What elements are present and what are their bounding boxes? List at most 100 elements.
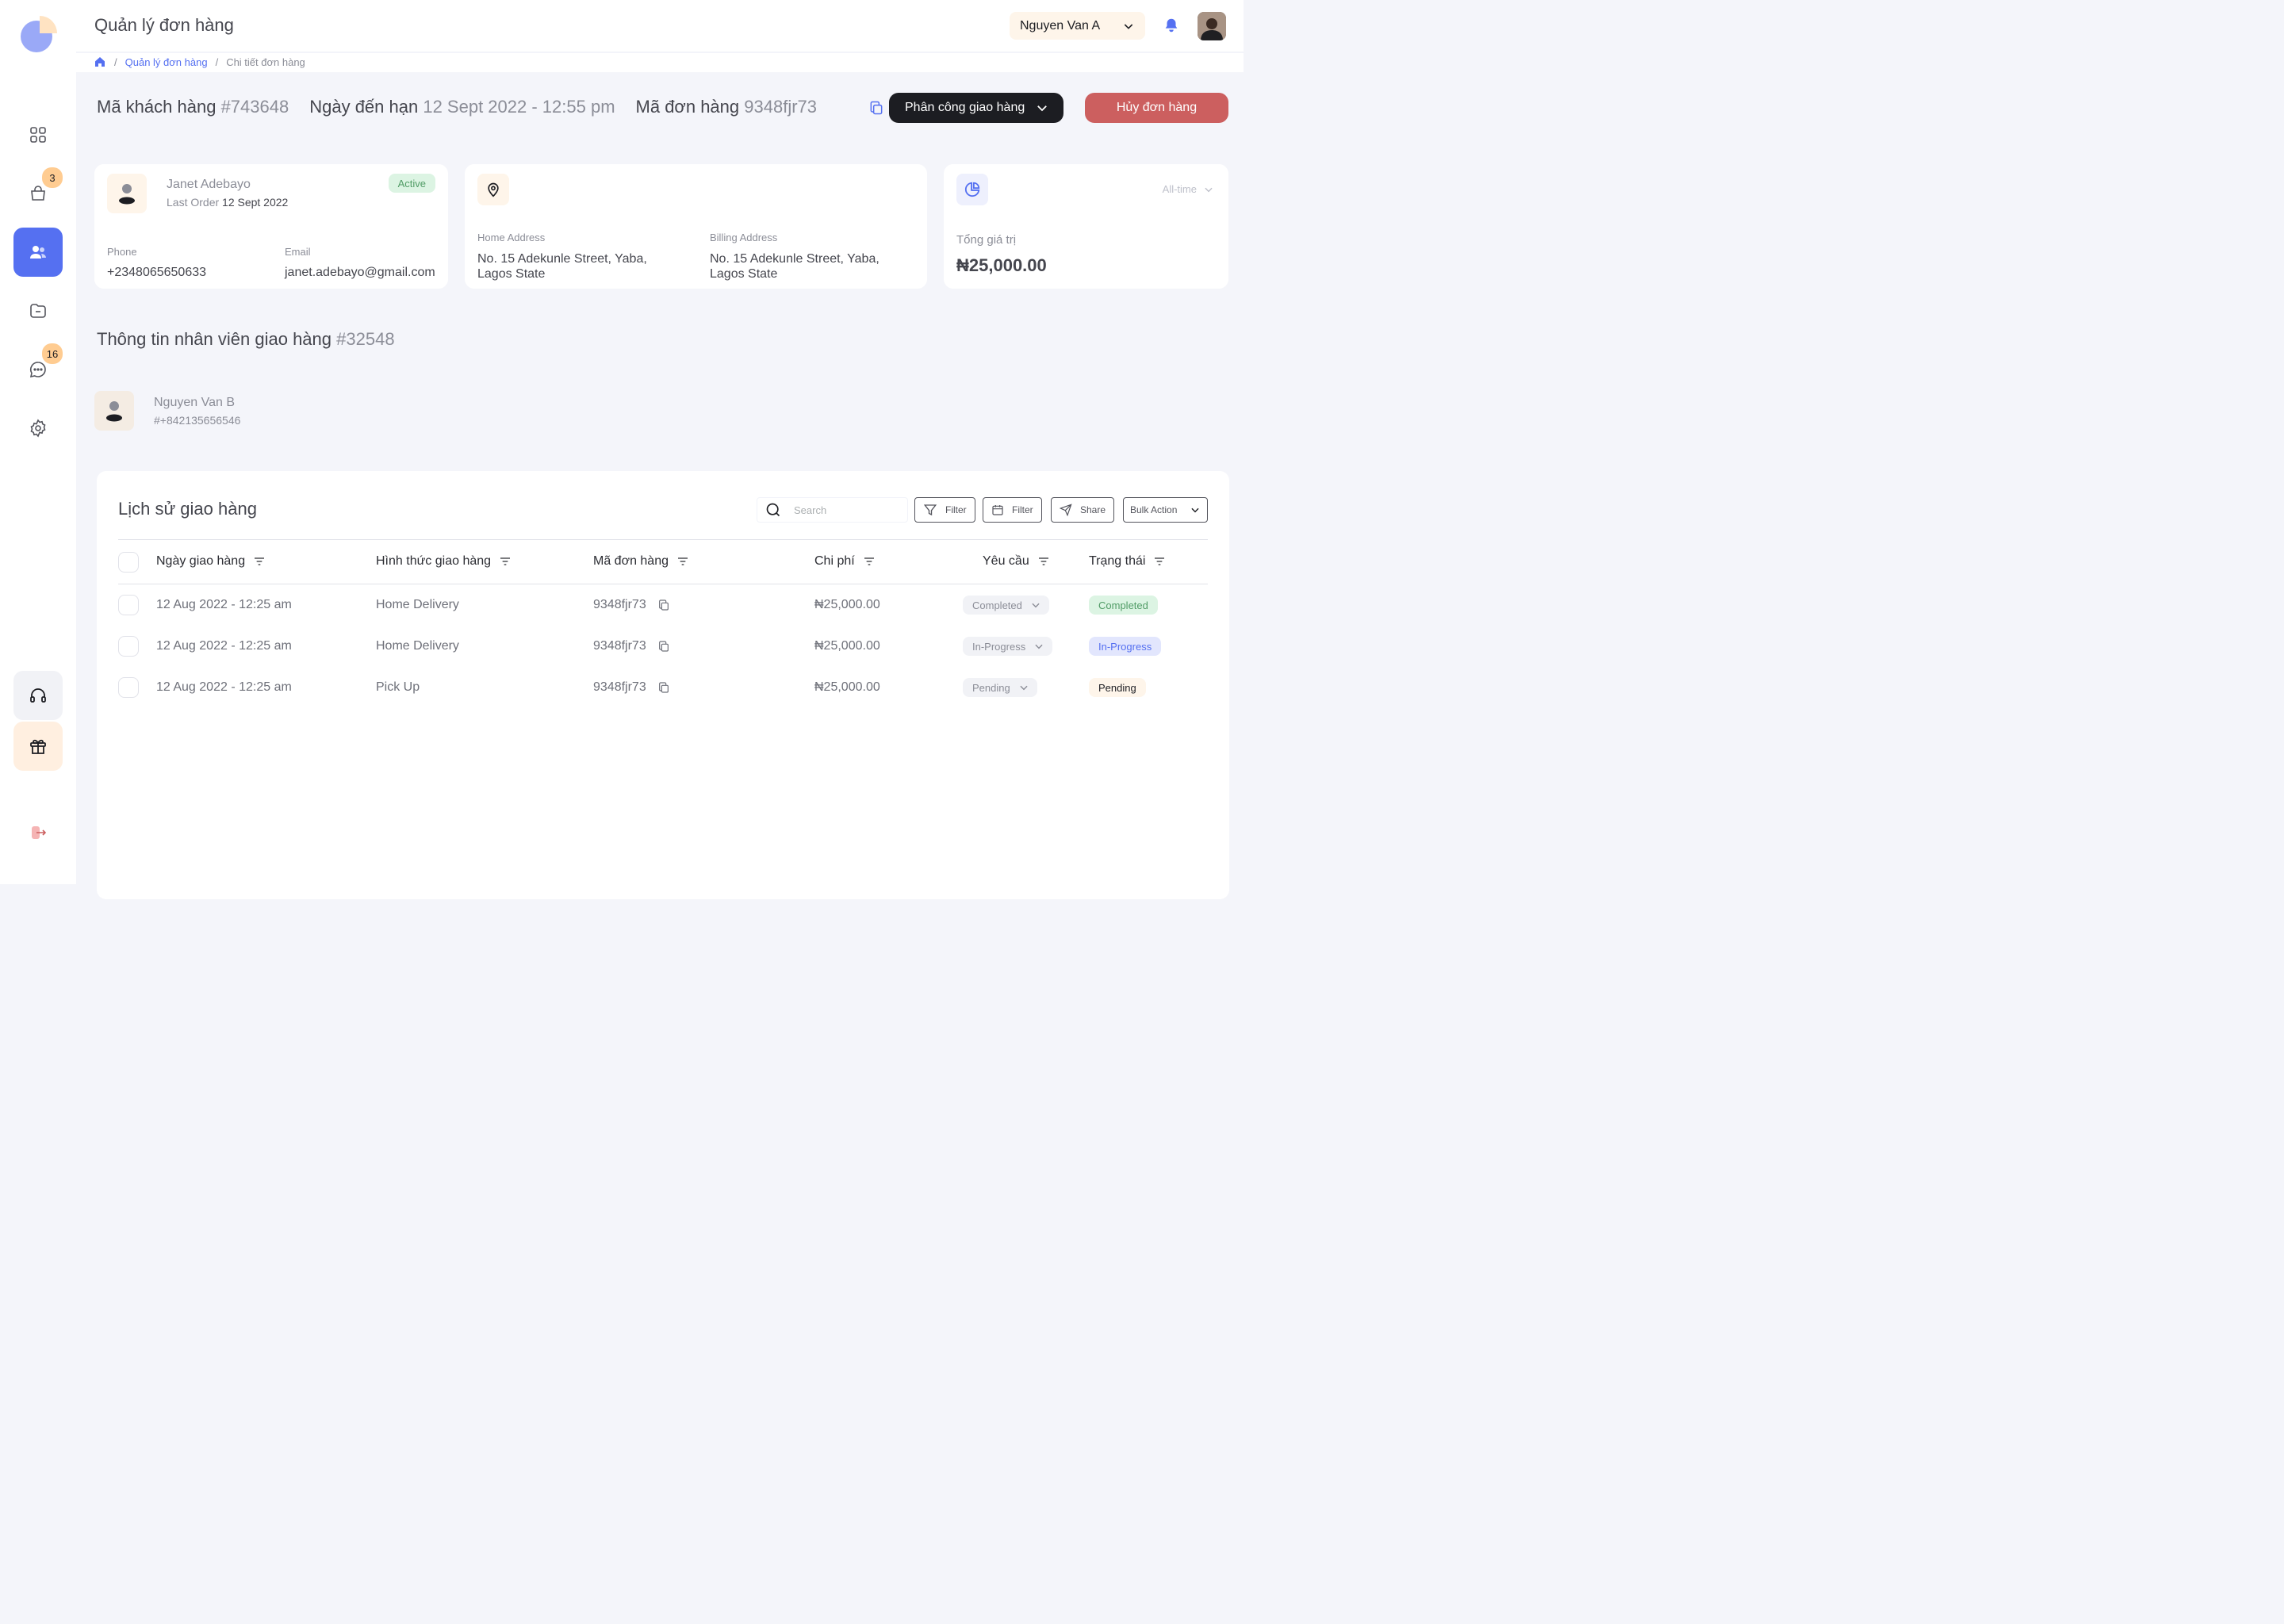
total-value-label: Tổng giá trị [956, 233, 1017, 247]
gift-icon [30, 739, 46, 754]
user-icon [106, 401, 122, 422]
home-address: No. 15 Adekunle Street, Yaba, Lagos State [477, 252, 647, 281]
cell-order-id: 9348fjr73 [593, 598, 670, 612]
location-icon [488, 182, 499, 197]
bell-icon[interactable] [1163, 17, 1180, 34]
breadcrumb: / Quản lý đơn hàng / Chi tiết đơn hàng [94, 56, 305, 68]
request-select[interactable]: In-Progress [963, 637, 1053, 656]
breadcrumb-separator: / [114, 56, 117, 68]
due-date-label: Ngày đến hạn [309, 97, 419, 117]
period-label: All-time [1162, 183, 1197, 195]
pie-chart-icon-box [956, 174, 988, 205]
copy-icon[interactable] [868, 100, 884, 116]
cell-date: 12 Aug 2022 - 12:25 am [156, 598, 292, 611]
chevron-down-icon [1124, 23, 1133, 29]
last-order-label: Last Order [167, 196, 220, 209]
sidebar-item-settings[interactable] [13, 404, 63, 453]
status-badge-in-progress: In-Progress [1089, 637, 1162, 656]
user-avatar[interactable] [1198, 12, 1226, 40]
sort-icon [864, 557, 874, 565]
home-icon[interactable] [94, 56, 106, 68]
column-header-status[interactable]: Trạng thái [1089, 554, 1166, 569]
row-checkbox[interactable] [118, 636, 139, 657]
request-select[interactable]: Pending [963, 678, 1037, 697]
send-icon [1060, 504, 1072, 516]
copy-icon[interactable] [657, 640, 670, 653]
assign-delivery-dropdown[interactable]: Phân công giao hàng [889, 93, 1063, 123]
chevron-down-icon [1191, 508, 1199, 513]
sidebar: 3 16 [0, 0, 76, 884]
chevron-down-icon [1035, 644, 1043, 649]
breadcrumb-bar: / Quản lý đơn hàng / Chi tiết đơn hàng [76, 53, 1244, 72]
copy-icon[interactable] [657, 681, 670, 694]
chevron-down-icon [1205, 187, 1213, 192]
app-logo-icon[interactable] [19, 16, 57, 54]
folder-icon [30, 304, 46, 318]
customer-name: Janet Adebayo [167, 178, 251, 191]
sidebar-item-customers[interactable] [13, 228, 63, 277]
cell-cost: ₦25,000.00 [814, 598, 880, 611]
home-address-label: Home Address [477, 232, 546, 243]
cell-method: Home Delivery [376, 598, 459, 611]
date-filter-button[interactable]: Filter [983, 497, 1042, 523]
request-select[interactable]: Completed [963, 596, 1049, 615]
last-order-date: 12 Sept 2022 [222, 196, 289, 209]
cell-date: 12 Aug 2022 - 12:25 am [156, 639, 292, 653]
sidebar-item-chat[interactable]: 16 [13, 343, 63, 394]
sort-icon [1038, 557, 1048, 565]
column-header-method[interactable]: Hình thức giao hàng [376, 554, 512, 569]
copy-icon[interactable] [657, 599, 670, 611]
period-dropdown[interactable]: All-time [1163, 183, 1214, 195]
cell-cost: ₦25,000.00 [814, 680, 880, 694]
column-header-order-id[interactable]: Mã đơn hàng [593, 554, 689, 569]
sort-icon [678, 557, 688, 565]
sort-icon [500, 557, 511, 565]
email-value: janet.adebayo@gmail.com [285, 266, 435, 279]
user-icon [119, 184, 135, 205]
row-checkbox[interactable] [118, 595, 139, 615]
phone-label: Phone [107, 246, 137, 258]
address-card: Home Address No. 15 Adekunle Street, Yab… [465, 164, 927, 289]
cancel-order-button[interactable]: Hủy đơn hàng [1085, 93, 1228, 123]
dashboard-icon [30, 127, 46, 143]
bulk-action-dropdown[interactable]: Bulk Action [1123, 497, 1208, 523]
customer-id: #743648 [220, 97, 289, 117]
cell-order-id: 9348fjr73 [593, 639, 670, 653]
pie-chart-icon [964, 182, 980, 197]
breadcrumb-orders[interactable]: Quản lý đơn hàng [125, 56, 208, 68]
status-badge-pending: Pending [1089, 678, 1146, 697]
cell-order-id: 9348fjr73 [593, 680, 670, 695]
sidebar-item-folder[interactable] [13, 286, 63, 335]
search-icon [766, 503, 780, 517]
user-dropdown[interactable]: Nguyen Van A [1010, 12, 1145, 40]
history-title: Lịch sử giao hàng [118, 499, 257, 519]
sidebar-item-logout[interactable] [13, 808, 63, 857]
cell-date: 12 Aug 2022 - 12:25 am [156, 680, 292, 694]
share-button[interactable]: Share [1051, 497, 1115, 523]
column-header-date[interactable]: Ngày giao hàng [156, 554, 266, 569]
sidebar-item-orders[interactable]: 3 [13, 167, 63, 218]
sidebar-item-gift[interactable] [13, 722, 63, 771]
courier-name: Nguyen Van B [154, 396, 235, 409]
top-header: Quản lý đơn hàng Nguyen Van A [76, 0, 1244, 52]
filter-button[interactable]: Filter [914, 497, 975, 523]
total-value-card: All-time Tổng giá trị ₦25,000.00 [944, 164, 1228, 289]
logout-icon [32, 826, 47, 839]
sort-icon [255, 557, 265, 565]
courier-id: #32548 [336, 329, 395, 349]
sidebar-item-support[interactable] [13, 671, 63, 720]
phone-value: +2348065650633 [107, 266, 207, 279]
select-all-checkbox[interactable] [118, 552, 139, 573]
column-header-request[interactable]: Yêu cầu [983, 554, 1050, 569]
courier-phone: #+842135656546 [154, 414, 241, 427]
chat-badge: 16 [42, 343, 63, 364]
breadcrumb-separator: / [215, 56, 219, 68]
order-summary-row: Mã khách hàng #743648 Ngày đến hạn 12 Se… [97, 97, 837, 117]
search-input[interactable]: Search [757, 497, 908, 523]
customer-avatar [107, 174, 147, 213]
column-header-cost[interactable]: Chi phí [814, 554, 876, 569]
total-value: ₦25,000.00 [956, 255, 1047, 275]
row-checkbox[interactable] [118, 677, 139, 698]
sidebar-item-dashboard[interactable] [13, 110, 63, 159]
user-name: Nguyen Van A [1020, 18, 1101, 33]
